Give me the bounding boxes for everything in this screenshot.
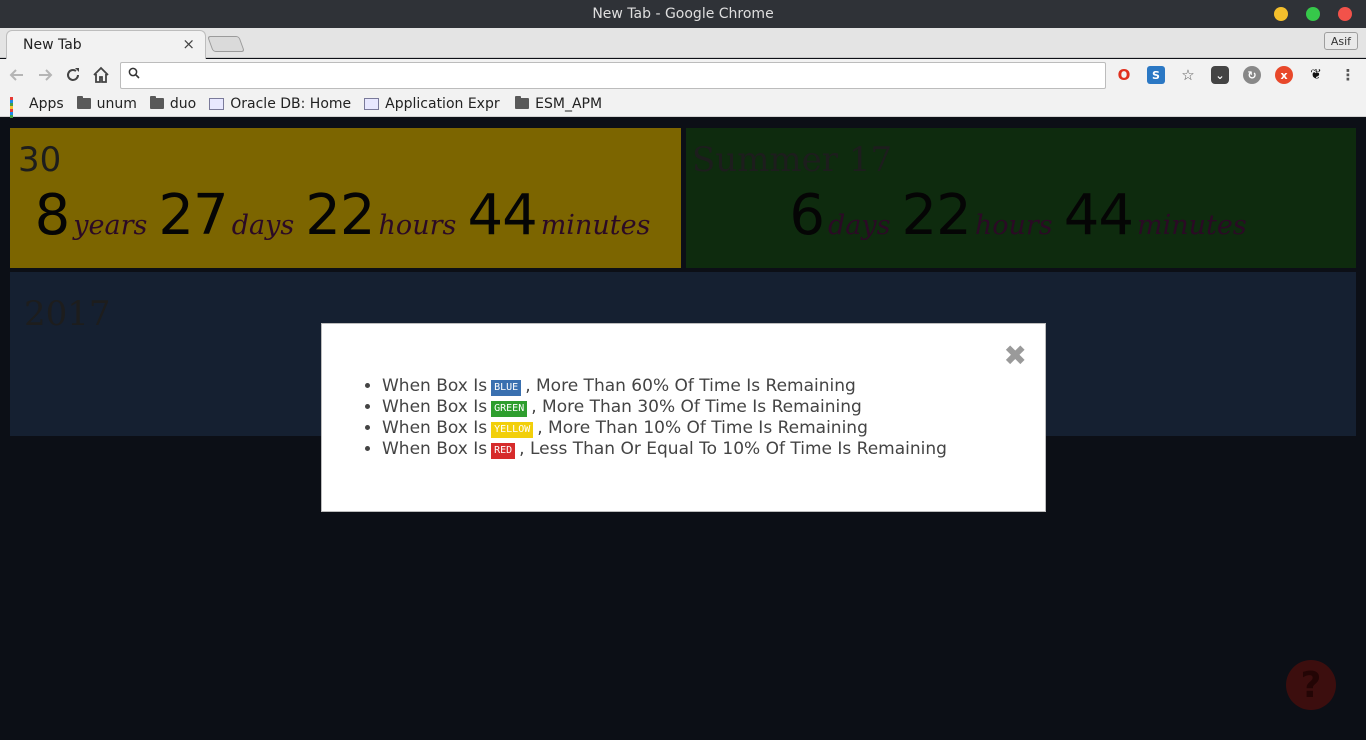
bookmark-star-icon[interactable]: ☆ [1179,66,1197,84]
bookmarks-bar: Apps unum duo Oracle DB: Home Applicatio… [0,91,1366,124]
bookmark-esm-apm[interactable]: ESM_APM [515,96,602,112]
search-icon [128,67,140,83]
color-legend-list: When Box IsBLUE, More Than 60% Of Time I… [382,376,947,460]
forward-button[interactable] [34,64,56,86]
back-button[interactable] [6,64,28,86]
bookmark-label: ESM_APM [535,95,603,112]
apps-grid-icon [10,97,23,124]
box-title: 30 [18,140,62,180]
home-button[interactable] [90,64,112,86]
legend-text: , Less Than Or Equal To 10% Of Time Is R… [519,439,947,459]
hours-label: hours [378,210,457,241]
days-label: days [231,210,295,241]
help-button[interactable]: ? [1286,660,1336,710]
legend-prefix: When Box Is [382,376,488,396]
legend-modal: ✖ When Box IsBLUE, More Than 60% Of Time… [321,323,1046,512]
bookmark-label: Oracle DB: Home [230,95,352,112]
countdown: 8 years 27 days 22 hours 44 minutes [10,183,681,248]
green-badge: GREEN [491,401,528,417]
minutes-label: minutes [540,210,651,241]
gnome-extension-icon[interactable]: ❦ [1307,66,1325,84]
countdown-box-30[interactable]: 30 8 years 27 days 22 hours 44 minutes [10,128,681,268]
years-label: years [73,210,148,241]
bookmark-oracle-db-home[interactable]: Oracle DB: Home [209,96,351,112]
browser-toolbar: O S ☆ ⌄ ↻ x ❦ ⋮ [0,59,1366,91]
opera-extension-icon[interactable]: O [1115,66,1133,84]
legend-text: , More Than 10% Of Time Is Remaining [537,418,868,438]
page-icon [209,97,225,110]
countdown-box-summer-17[interactable]: Summer 17 6 days 22 hours 44 minutes [686,128,1356,268]
x-extension-icon[interactable]: x [1275,66,1293,84]
yellow-badge: YELLOW [491,422,534,438]
window-controls [1274,7,1352,21]
folder-icon [515,96,530,109]
list-item: When Box IsBLUE, More Than 60% Of Time I… [382,376,947,397]
help-label: ? [1300,664,1322,706]
legend-prefix: When Box Is [382,439,488,459]
tab-strip: New Tab × Asif [0,28,1366,59]
arrow-left-icon [9,69,23,81]
home-icon [93,66,109,83]
days-value: 27 [158,183,228,248]
legend-prefix: When Box Is [382,418,488,438]
list-item: When Box IsYELLOW, More Than 10% Of Time… [382,418,947,439]
profile-name: Asif [1330,34,1351,48]
pocket-icon[interactable]: ⌄ [1211,66,1229,84]
s-extension-icon[interactable]: S [1147,66,1165,84]
tab-label: New Tab [23,37,82,53]
bookmark-apps[interactable]: Apps [10,95,64,124]
minutes-label: minutes [1136,210,1247,241]
close-icon[interactable]: ✖ [1004,342,1027,370]
window-title: New Tab - Google Chrome [592,6,774,22]
countdown: 6 days 22 hours 44 minutes [686,183,1356,248]
sync-extension-icon[interactable]: ↻ [1243,66,1261,84]
years-value: 8 [34,183,71,248]
bookmark-application-express[interactable]: Application Expr [364,96,502,112]
address-input[interactable] [147,65,1097,86]
close-window-button[interactable] [1338,7,1352,21]
bookmark-label: Apps [29,95,64,112]
minutes-value: 44 [467,183,537,248]
box-title: 2017 [24,294,111,334]
tab-new-tab[interactable]: New Tab × [6,30,206,59]
address-bar[interactable] [120,62,1106,89]
bookmark-duo[interactable]: duo [149,95,197,112]
new-tab-button[interactable] [207,36,245,52]
red-badge: RED [491,443,516,459]
legend-prefix: When Box Is [382,397,488,417]
folder-icon [149,96,164,109]
window-title-bar: New Tab - Google Chrome [0,0,1366,28]
bookmark-label: Application Expr [385,95,500,112]
tab-close-icon[interactable]: × [182,35,195,53]
days-label: days [827,210,891,241]
page-icon [364,97,380,110]
minimize-button[interactable] [1274,7,1288,21]
legend-text: , More Than 60% Of Time Is Remaining [525,376,856,396]
arrow-right-icon [39,69,53,81]
folder-icon [76,96,91,109]
reload-button[interactable] [62,64,84,86]
days-value: 6 [789,183,825,248]
bookmark-label: unum [96,95,137,112]
minutes-value: 44 [1063,183,1134,248]
hours-value: 22 [901,183,972,248]
box-title: Summer 17 [692,140,893,180]
legend-text: , More Than 30% Of Time Is Remaining [531,397,862,417]
list-item: When Box IsGREEN, More Than 30% Of Time … [382,397,947,418]
profile-button[interactable]: Asif [1323,32,1358,50]
hours-label: hours [974,210,1053,241]
bookmark-unum[interactable]: unum [76,95,137,112]
hours-value: 22 [305,183,375,248]
bookmark-label: duo [169,95,197,112]
blue-badge: BLUE [491,380,522,396]
menu-icon[interactable]: ⋮ [1339,66,1357,84]
list-item: When Box IsRED, Less Than Or Equal To 10… [382,439,947,460]
maximize-button[interactable] [1306,7,1320,21]
reload-icon [67,68,79,81]
